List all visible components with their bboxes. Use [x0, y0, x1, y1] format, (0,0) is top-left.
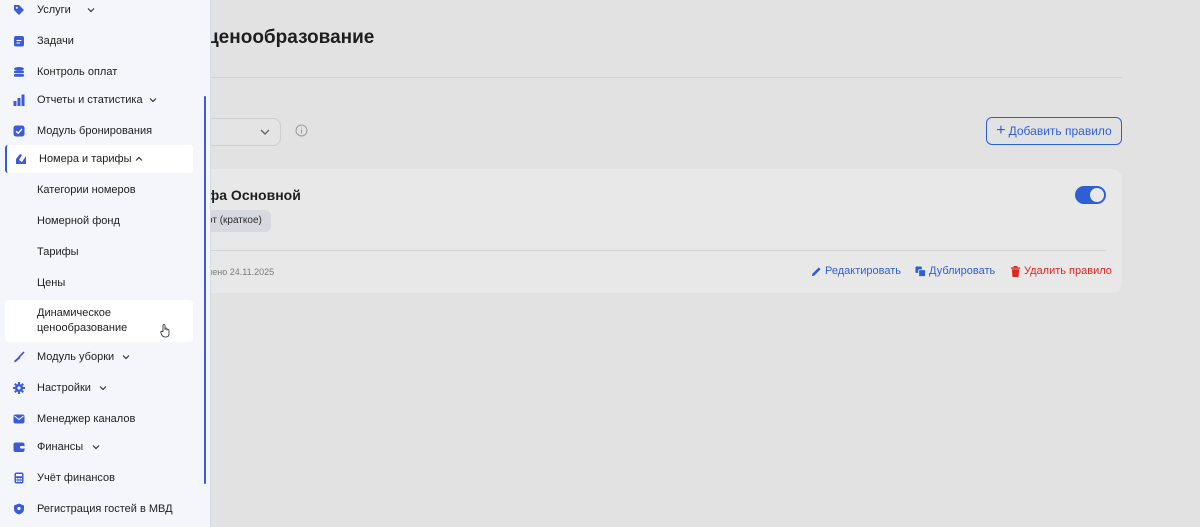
sidebar-item-booking[interactable]: Модуль бронирования	[5, 117, 193, 145]
sidebar-item-finance[interactable]: Финансы	[5, 433, 193, 461]
duplicate-label: Дублировать	[929, 265, 996, 277]
chevron-down-icon	[92, 445, 100, 450]
card-divider	[200, 250, 1106, 251]
coins-icon	[14, 67, 24, 77]
duplicate-rule-button[interactable]: Дублировать	[915, 265, 995, 277]
updated-date: лено 24.11.2025	[207, 267, 275, 277]
key-icon	[16, 154, 26, 164]
shield-icon	[14, 503, 24, 515]
chevron-down-icon	[87, 8, 95, 13]
rule-card: фа Основной от (краткое) лено 24.11.2025…	[150, 169, 1122, 293]
rule-toggle[interactable]	[1075, 186, 1106, 204]
gear-icon	[13, 382, 25, 394]
delete-rule-button[interactable]: Удалить правило	[1010, 265, 1112, 277]
sidebar-item-settings[interactable]: Настройки	[5, 374, 193, 402]
sidebar: Услуги Задачи Контроль оплат Отчеты и ст…	[0, 0, 211, 527]
add-rule-label: Добавить правило	[1008, 124, 1112, 138]
sidebar-subitem-label: Номерной фонд	[37, 214, 120, 227]
sidebar-item-reports[interactable]: Отчеты и статистика	[5, 86, 193, 114]
sidebar-item-label: Регистрация гостей в МВД	[37, 503, 173, 515]
chevron-down-icon	[122, 355, 130, 360]
sidebar-subitem-label: Тарифы	[37, 245, 79, 258]
sidebar-item-channel-manager[interactable]: Менеджер каналов	[5, 405, 193, 433]
sidebar-item-cleaning[interactable]: Модуль уборки	[5, 343, 193, 371]
sidebar-item-label: Задачи	[37, 35, 74, 47]
chevron-down-icon	[99, 386, 107, 391]
sidebar-item-guest-registration[interactable]: Регистрация гостей в МВД	[5, 495, 193, 523]
broom-icon	[14, 351, 25, 363]
sidebar-item-label: Настройки	[37, 382, 91, 394]
info-icon[interactable]	[295, 124, 308, 137]
sidebar-item-label: Контроль оплат	[37, 66, 118, 78]
chevron-up-icon	[135, 156, 143, 161]
sidebar-item-label: Номера и тарифы	[39, 153, 132, 165]
edit-label: Редактировать	[825, 265, 901, 277]
pencil-icon	[811, 266, 821, 276]
divider	[207, 77, 1123, 78]
sidebar-item-payments[interactable]: Контроль оплат	[5, 58, 193, 86]
sidebar-scrollbar[interactable]	[204, 96, 206, 484]
hand-cursor-icon	[160, 324, 170, 338]
sidebar-item-rooms-tariffs[interactable]: Номера и тарифы	[5, 145, 193, 173]
sidebar-subitem-prices[interactable]: Цены	[5, 269, 193, 297]
toggle-knob	[1090, 188, 1104, 202]
sidebar-item-label: Менеджер каналов	[37, 413, 136, 425]
bar-chart-icon	[13, 94, 25, 106]
add-rule-button[interactable]: + Добавить правило	[986, 117, 1122, 145]
sidebar-subitem-tariffs[interactable]: Тарифы	[5, 238, 193, 266]
edit-rule-button[interactable]: Редактировать	[811, 265, 901, 277]
sidebar-subitem-room-categories[interactable]: Категории номеров	[5, 176, 193, 204]
sidebar-item-services[interactable]: Услуги	[5, 0, 193, 24]
tag-icon	[14, 5, 24, 15]
wallet-icon	[13, 442, 25, 452]
checkbox-icon	[13, 125, 25, 137]
sidebar-subitem-label: Динамическое ценообразование	[37, 307, 128, 334]
clipboard-icon	[14, 36, 24, 47]
sidebar-item-label: Модуль уборки	[37, 351, 115, 363]
sidebar-item-label: Услуги	[37, 4, 71, 16]
sidebar-item-label: Финансы	[37, 441, 84, 453]
chevron-down-icon	[260, 129, 270, 135]
copy-icon	[915, 265, 926, 277]
sidebar-item-tasks[interactable]: Задачи	[5, 27, 193, 55]
sidebar-subitem-room-stock[interactable]: Номерной фонд	[5, 207, 193, 235]
sidebar-subitem-label: Категории номеров	[37, 183, 136, 196]
page-title: ценообразование	[207, 27, 375, 48]
delete-label: Удалить правило	[1024, 265, 1112, 277]
sidebar-item-accounting[interactable]: Учёт финансов	[5, 464, 193, 492]
sidebar-item-label: Модуль бронирования	[37, 125, 153, 137]
sidebar-item-label: Учёт финансов	[37, 472, 115, 484]
calculator-icon	[14, 472, 24, 484]
trash-icon	[1010, 265, 1021, 277]
rule-title: фа Основной	[207, 187, 301, 203]
envelope-icon	[13, 414, 25, 424]
plus-icon: +	[996, 122, 1006, 139]
chevron-down-icon	[149, 98, 157, 103]
sidebar-subitem-label: Цены	[37, 276, 66, 289]
sidebar-item-label: Отчеты и статистика	[37, 94, 143, 106]
